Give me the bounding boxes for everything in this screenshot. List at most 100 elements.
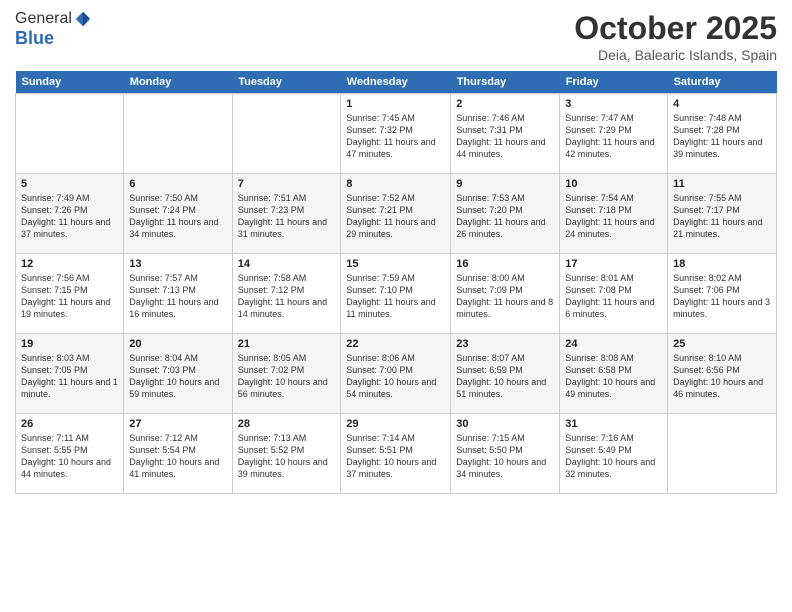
- calendar-cell: 4 Sunrise: 7:48 AM Sunset: 7:28 PM Daylig…: [668, 94, 777, 174]
- day-number: 5: [21, 178, 118, 190]
- day-info: Sunrise: 7:12 AM Sunset: 5:54 PM Dayligh…: [129, 432, 226, 481]
- day-number: 15: [346, 258, 445, 270]
- calendar-cell: 19 Sunrise: 8:03 AM Sunset: 7:05 PM Dayli…: [16, 334, 124, 414]
- day-number: 17: [565, 258, 662, 270]
- days-of-week-header: SundayMondayTuesdayWednesdayThursdayFrid…: [16, 71, 777, 94]
- day-number: 21: [238, 338, 336, 350]
- day-info: Sunrise: 7:13 AM Sunset: 5:52 PM Dayligh…: [238, 432, 336, 481]
- day-info: Sunrise: 7:58 AM Sunset: 7:12 PM Dayligh…: [238, 272, 336, 321]
- dow-saturday: Saturday: [668, 71, 777, 94]
- day-info: Sunrise: 8:03 AM Sunset: 7:05 PM Dayligh…: [21, 352, 118, 401]
- day-info: Sunrise: 7:47 AM Sunset: 7:29 PM Dayligh…: [565, 112, 662, 161]
- calendar-cell: 30 Sunrise: 7:15 AM Sunset: 5:50 PM Dayli…: [451, 414, 560, 494]
- day-info: Sunrise: 7:14 AM Sunset: 5:51 PM Dayligh…: [346, 432, 445, 481]
- calendar-cell: 16 Sunrise: 8:00 AM Sunset: 7:09 PM Dayli…: [451, 254, 560, 334]
- day-number: 6: [129, 178, 226, 190]
- day-number: 4: [673, 98, 771, 110]
- day-info: Sunrise: 7:57 AM Sunset: 7:13 PM Dayligh…: [129, 272, 226, 321]
- day-number: 1: [346, 98, 445, 110]
- calendar-cell: 3 Sunrise: 7:47 AM Sunset: 7:29 PM Daylig…: [560, 94, 668, 174]
- day-info: Sunrise: 7:45 AM Sunset: 7:32 PM Dayligh…: [346, 112, 445, 161]
- day-number: 11: [673, 178, 771, 190]
- calendar-cell: 18Sunrise: 8:02 AM Sunset: 7:06 PM Dayli…: [668, 254, 777, 334]
- day-number: 7: [238, 178, 336, 190]
- calendar-cell: 8 Sunrise: 7:52 AM Sunset: 7:21 PM Daylig…: [341, 174, 451, 254]
- day-info: Sunrise: 8:00 AM Sunset: 7:09 PM Dayligh…: [456, 272, 554, 321]
- calendar-cell: 21Sunrise: 8:05 AM Sunset: 7:02 PM Dayli…: [232, 334, 341, 414]
- calendar-cell: 12Sunrise: 7:56 AM Sunset: 7:15 PM Dayli…: [16, 254, 124, 334]
- day-number: 22: [346, 338, 445, 350]
- day-number: 2: [456, 98, 554, 110]
- header: General Blue October 2025 Deia, Balearic…: [15, 10, 777, 63]
- calendar-cell: 6Sunrise: 7:50 AM Sunset: 7:24 PM Daylig…: [124, 174, 232, 254]
- day-number: 9: [456, 178, 554, 190]
- page-container: General Blue October 2025 Deia, Balearic…: [0, 0, 792, 504]
- dow-tuesday: Tuesday: [232, 71, 341, 94]
- calendar-cell: 11 Sunrise: 7:55 AM Sunset: 7:17 PM Dayli…: [668, 174, 777, 254]
- dow-thursday: Thursday: [451, 71, 560, 94]
- day-number: 20: [129, 338, 226, 350]
- calendar-cell: 14 Sunrise: 7:58 AM Sunset: 7:12 PM Dayli…: [232, 254, 341, 334]
- day-number: 29: [346, 418, 445, 430]
- dow-friday: Friday: [560, 71, 668, 94]
- day-info: Sunrise: 8:08 AM Sunset: 6:58 PM Dayligh…: [565, 352, 662, 401]
- week-row-1: 1 Sunrise: 7:45 AM Sunset: 7:32 PM Daylig…: [16, 94, 777, 174]
- dow-sunday: Sunday: [16, 71, 124, 94]
- day-info: Sunrise: 7:11 AM Sunset: 5:55 PM Dayligh…: [21, 432, 118, 481]
- calendar-cell: 28 Sunrise: 7:13 AM Sunset: 5:52 PM Dayli…: [232, 414, 341, 494]
- calendar-cell: [668, 414, 777, 494]
- calendar-cell: 20Sunrise: 8:04 AM Sunset: 7:03 PM Dayli…: [124, 334, 232, 414]
- day-info: Sunrise: 7:48 AM Sunset: 7:28 PM Dayligh…: [673, 112, 771, 161]
- calendar-cell: 9Sunrise: 7:53 AM Sunset: 7:20 PM Daylig…: [451, 174, 560, 254]
- day-number: 10: [565, 178, 662, 190]
- day-info: Sunrise: 7:52 AM Sunset: 7:21 PM Dayligh…: [346, 192, 445, 241]
- calendar-table: SundayMondayTuesdayWednesdayThursdayFrid…: [15, 71, 777, 494]
- week-row-3: 12Sunrise: 7:56 AM Sunset: 7:15 PM Dayli…: [16, 254, 777, 334]
- day-info: Sunrise: 7:15 AM Sunset: 5:50 PM Dayligh…: [456, 432, 554, 481]
- calendar-cell: 13 Sunrise: 7:57 AM Sunset: 7:13 PM Dayli…: [124, 254, 232, 334]
- day-number: 25: [673, 338, 771, 350]
- day-info: Sunrise: 7:59 AM Sunset: 7:10 PM Dayligh…: [346, 272, 445, 321]
- calendar-cell: 2Sunrise: 7:46 AM Sunset: 7:31 PM Daylig…: [451, 94, 560, 174]
- day-number: 28: [238, 418, 336, 430]
- calendar-cell: 17 Sunrise: 8:01 AM Sunset: 7:08 PM Dayli…: [560, 254, 668, 334]
- month-title: October 2025: [574, 10, 777, 47]
- day-info: Sunrise: 7:51 AM Sunset: 7:23 PM Dayligh…: [238, 192, 336, 241]
- calendar-cell: 7 Sunrise: 7:51 AM Sunset: 7:23 PM Daylig…: [232, 174, 341, 254]
- day-info: Sunrise: 7:16 AM Sunset: 5:49 PM Dayligh…: [565, 432, 662, 481]
- location: Deia, Balearic Islands, Spain: [574, 47, 777, 63]
- calendar-body: 1 Sunrise: 7:45 AM Sunset: 7:32 PM Daylig…: [16, 94, 777, 494]
- day-number: 18: [673, 258, 771, 270]
- calendar-cell: [124, 94, 232, 174]
- week-row-5: 26 Sunrise: 7:11 AM Sunset: 5:55 PM Dayli…: [16, 414, 777, 494]
- day-info: Sunrise: 8:07 AM Sunset: 6:59 PM Dayligh…: [456, 352, 554, 401]
- day-number: 14: [238, 258, 336, 270]
- day-number: 16: [456, 258, 554, 270]
- day-number: 8: [346, 178, 445, 190]
- calendar-cell: 31 Sunrise: 7:16 AM Sunset: 5:49 PM Dayli…: [560, 414, 668, 494]
- calendar-cell: 22Sunrise: 8:06 AM Sunset: 7:00 PM Dayli…: [341, 334, 451, 414]
- logo-general: General: [15, 10, 72, 28]
- day-number: 19: [21, 338, 118, 350]
- day-info: Sunrise: 8:01 AM Sunset: 7:08 PM Dayligh…: [565, 272, 662, 321]
- logo-icon: [74, 10, 92, 28]
- calendar-cell: 1 Sunrise: 7:45 AM Sunset: 7:32 PM Daylig…: [341, 94, 451, 174]
- day-number: 3: [565, 98, 662, 110]
- calendar-cell: 26 Sunrise: 7:11 AM Sunset: 5:55 PM Dayli…: [16, 414, 124, 494]
- day-number: 31: [565, 418, 662, 430]
- day-info: Sunrise: 7:55 AM Sunset: 7:17 PM Dayligh…: [673, 192, 771, 241]
- calendar-cell: [232, 94, 341, 174]
- calendar-cell: 24 Sunrise: 8:08 AM Sunset: 6:58 PM Dayli…: [560, 334, 668, 414]
- day-info: Sunrise: 7:56 AM Sunset: 7:15 PM Dayligh…: [21, 272, 118, 321]
- day-number: 30: [456, 418, 554, 430]
- logo-blue: Blue: [15, 28, 92, 49]
- day-number: 24: [565, 338, 662, 350]
- week-row-2: 5Sunrise: 7:49 AM Sunset: 7:26 PM Daylig…: [16, 174, 777, 254]
- dow-wednesday: Wednesday: [341, 71, 451, 94]
- day-number: 13: [129, 258, 226, 270]
- day-info: Sunrise: 8:10 AM Sunset: 6:56 PM Dayligh…: [673, 352, 771, 401]
- day-number: 26: [21, 418, 118, 430]
- day-info: Sunrise: 7:54 AM Sunset: 7:18 PM Dayligh…: [565, 192, 662, 241]
- calendar-cell: 5Sunrise: 7:49 AM Sunset: 7:26 PM Daylig…: [16, 174, 124, 254]
- calendar-cell: 10 Sunrise: 7:54 AM Sunset: 7:18 PM Dayli…: [560, 174, 668, 254]
